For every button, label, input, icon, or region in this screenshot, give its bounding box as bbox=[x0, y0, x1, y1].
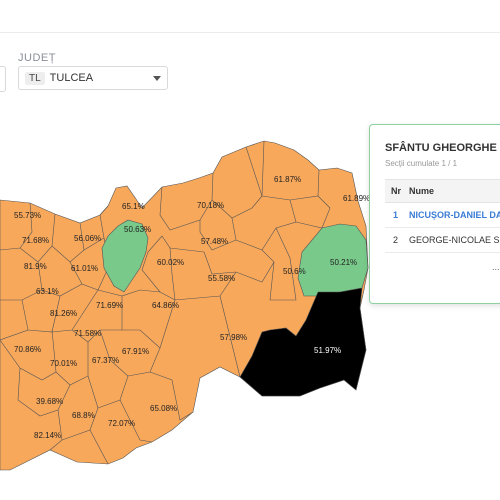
commune-percent-label: 82.14% bbox=[34, 431, 61, 440]
commune-percent-label: 68.8% bbox=[72, 411, 95, 420]
commune-percent-label: 81.26% bbox=[50, 309, 77, 318]
commune-percent-label: 71.68% bbox=[22, 236, 49, 245]
commune-percent-label: 72.07% bbox=[108, 419, 135, 428]
commune-percent-label: 65.08% bbox=[150, 404, 177, 413]
commune-percent-label: 71.69% bbox=[96, 301, 123, 310]
commune-percent-label: 55.73% bbox=[14, 211, 41, 220]
candidate-row[interactable]: 2 GEORGE-NICOLAE SIMION bbox=[385, 228, 500, 253]
commune-percent-label: 50.63% bbox=[124, 225, 151, 234]
commune-percent-label: 64.86% bbox=[152, 301, 179, 310]
commune-percent-label: 39.68% bbox=[36, 397, 63, 406]
col-name: Nume bbox=[409, 186, 435, 196]
commune-percent-label: 51.97% bbox=[314, 346, 341, 355]
commune-tooltip: SFÂNTU GHEORGHE Secții cumulate 1 / 1 Nr… bbox=[369, 124, 500, 304]
commune-percent-label: 67.37% bbox=[92, 356, 119, 365]
candidate-nr: 1 bbox=[393, 210, 399, 220]
commune-percent-label: 61.87% bbox=[274, 175, 301, 184]
commune-percent-label: 67.91% bbox=[122, 347, 149, 356]
candidate-name: NICUȘOR-DANIEL DAN bbox=[409, 210, 500, 220]
commune-percent-label: 50.21% bbox=[330, 258, 357, 267]
commune-percent-label: 71.58% bbox=[74, 329, 101, 338]
tooltip-table-header: Nr Nume bbox=[385, 179, 500, 203]
commune-percent-label: 65.1% bbox=[122, 202, 145, 211]
tooltip-title: SFÂNTU GHEORGHE bbox=[385, 142, 497, 154]
commune-percent-label: 70.01% bbox=[50, 359, 77, 368]
col-nr: Nr bbox=[391, 186, 402, 196]
commune-percent-label: 70.86% bbox=[14, 345, 41, 354]
commune-percent-label: 61.01% bbox=[71, 264, 98, 273]
commune-percent-label: 63.1% bbox=[36, 287, 59, 296]
commune-percent-label: 61.89% bbox=[343, 194, 370, 203]
commune-percent-label: 56.06% bbox=[74, 234, 101, 243]
commune-percent-label: 57.48% bbox=[201, 237, 228, 246]
commune-percent-label: 50.6% bbox=[283, 267, 306, 276]
commune-percent-label: 55.58% bbox=[208, 274, 235, 283]
commune-percent-label: 70.18% bbox=[197, 201, 224, 210]
commune-percent-label: 57.98% bbox=[220, 333, 247, 342]
commune-percent-label: 81.9% bbox=[24, 262, 47, 271]
candidate-nr: 2 bbox=[393, 235, 399, 245]
tooltip-more: ... bbox=[492, 262, 500, 272]
tooltip-subtitle: Secții cumulate 1 / 1 bbox=[385, 159, 458, 168]
candidate-name: GEORGE-NICOLAE SIMION bbox=[409, 235, 500, 245]
commune-percent-label: 60.02% bbox=[157, 258, 184, 267]
candidate-row[interactable]: 1 NICUȘOR-DANIEL DAN bbox=[385, 203, 500, 228]
